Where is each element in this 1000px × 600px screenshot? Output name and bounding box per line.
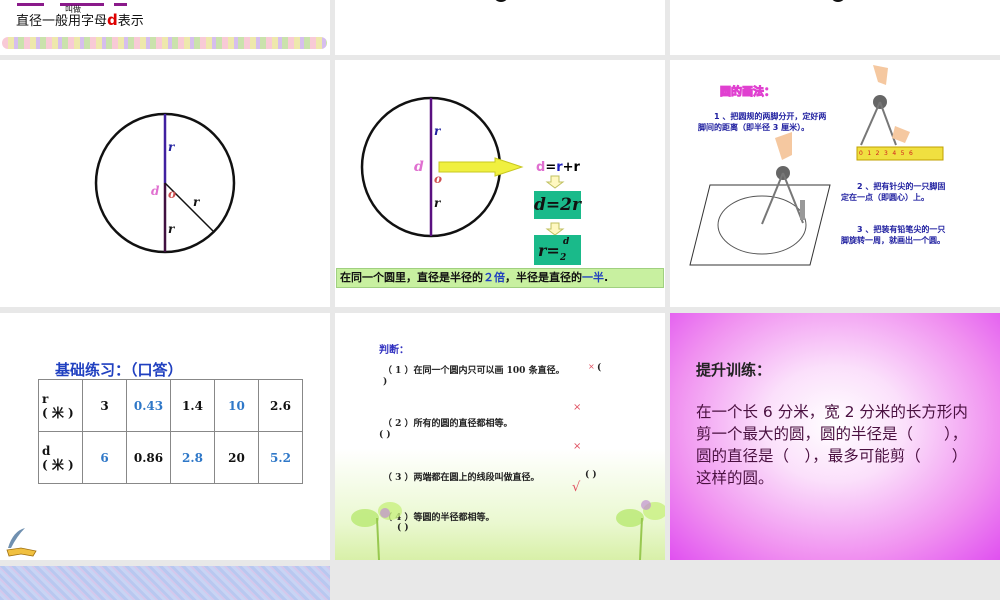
label-d: d	[151, 184, 160, 198]
slide-title: 判断：	[379, 345, 409, 356]
slide-thumbnail-4[interactable]: r d o r r	[0, 60, 330, 307]
table-row: r( 米 ) 3 0.43 1.4 10 2.6	[38, 379, 303, 432]
tick: 5	[900, 150, 905, 157]
text-highlight: 一半	[582, 271, 604, 284]
table-cell: 10	[214, 379, 259, 432]
label-r: r	[434, 196, 441, 210]
quill-book-icon	[6, 528, 37, 557]
slide-thumbnail-3[interactable]	[670, 0, 1000, 55]
eq-r: r=	[538, 241, 560, 260]
sprout-decoration	[351, 500, 665, 560]
letter-d: d	[107, 11, 118, 29]
arrow-right-icon	[438, 157, 524, 177]
text: 表示	[117, 14, 144, 29]
tick: 4	[892, 150, 897, 157]
text: ，半径是直径的	[505, 271, 582, 284]
tick: 2	[875, 150, 880, 157]
label-o: o	[434, 172, 443, 186]
slide-thumbnail-9[interactable]: 提升训练： 在一个长 6 分米，宽 2 分米的长方形内剪一个最大的圆，圆的半径是…	[670, 313, 1000, 560]
cross-mark: ×	[588, 362, 595, 371]
underline	[114, 3, 127, 6]
hand	[775, 132, 792, 160]
compass-illustration	[689, 65, 944, 266]
overlay-text: 叫做	[65, 5, 81, 14]
practice-table: r( 米 ) 3 0.43 1.4 10 2.6 d( 米 ) 6 0.86 2…	[38, 379, 303, 484]
text-highlight: ２倍	[483, 271, 505, 284]
hand	[873, 65, 888, 85]
label-r: r	[168, 222, 175, 236]
tick: 6	[908, 150, 913, 157]
tick: 1	[867, 150, 872, 157]
paper	[689, 184, 831, 266]
table-cell: 2.8	[170, 431, 215, 484]
table-cell: 20	[214, 431, 259, 484]
question-1: （ 1 ）在同一个圆内只可以画 100 条直径。	[383, 366, 565, 376]
equation-d-equals-2r: d=2r	[534, 191, 581, 219]
table-row: d( 米 ) 6 0.86 2.8 20 5.2	[38, 431, 303, 484]
eq-tail: +r	[562, 160, 580, 175]
underline	[17, 3, 44, 6]
eq-den: 2	[560, 253, 567, 263]
summary-banner: 在同一个圆里，直径是半径的２倍，半径是直径的一半.	[336, 268, 664, 288]
eq-num: d	[563, 237, 570, 247]
label-r: r	[168, 140, 175, 154]
slide-title: 基础练习：（口答）	[55, 361, 183, 379]
eq-d: d	[536, 160, 546, 175]
tick: 3	[883, 150, 888, 157]
text: 直径一般用字母	[16, 14, 108, 29]
slide-title: 提升训练：	[696, 361, 772, 379]
row-header: d( 米 )	[38, 431, 83, 484]
paren: )	[383, 377, 388, 387]
slide-thumbnail-6[interactable]: 圆的画法： 1 、把圆规的两脚分开，定好两脚间的距离（即半径 3 厘米）。 2 …	[670, 60, 1000, 307]
text: .	[604, 271, 609, 284]
circle-diagram	[94, 112, 236, 254]
table-cell: 3	[82, 379, 127, 432]
circle-arc	[830, 0, 846, 2]
answer-blank[interactable]: ( )	[379, 430, 391, 440]
tick: 0	[859, 150, 863, 157]
slide-thumbnail-2[interactable]	[335, 0, 665, 55]
label-r: r	[193, 195, 200, 209]
table-cell: 0.43	[126, 379, 171, 432]
slide-thumbnail-7[interactable]: 基础练习：（口答） r( 米 ) 3 0.43 1.4 10 2.6 d( 米 …	[0, 313, 330, 560]
table-cell: 6	[82, 431, 127, 484]
paren: (	[597, 363, 602, 373]
slide-thumbnail-10[interactable]	[0, 566, 330, 600]
circle-arc	[493, 0, 509, 2]
label-r: r	[434, 124, 441, 138]
text: 在同一个圆里，直径是半径的	[340, 271, 483, 284]
slide-thumbnail-8[interactable]: 判断： （ 1 ）在同一个圆内只可以画 100 条直径。 ( ) × × （ 2…	[335, 313, 665, 560]
row-header: r( 米 )	[38, 379, 83, 432]
flower-border	[2, 37, 327, 49]
table-cell: 2.6	[258, 379, 303, 432]
label-d: d	[414, 159, 424, 175]
problem-text: 在一个长 6 分米，宽 2 分米的长方形内剪一个最大的圆，圆的半径是（ ），圆的…	[696, 403, 968, 487]
table-cell: 5.2	[258, 431, 303, 484]
question-2: （ 2 ）所有的圆的直径都相等。	[383, 419, 513, 429]
eq-eq: =	[545, 160, 557, 175]
table-cell: 1.4	[170, 379, 215, 432]
cross-mark: ×	[573, 402, 582, 413]
label-o: o	[168, 187, 177, 201]
table-cell: 0.86	[126, 431, 171, 484]
slide-thumbnail-1[interactable]: 直径一般用字母d表示 叫做	[0, 0, 330, 55]
cross-mark: ×	[573, 441, 582, 452]
ruler-labels: 0123456	[859, 150, 913, 157]
equation-r-equals-d-over-2: r= d 2	[534, 235, 581, 265]
slide-thumbnail-5[interactable]: r d o r d=r+r d=2r r= d 2 在同一个圆里，直径是半径的２…	[335, 60, 665, 307]
equation-d-equals-r-plus-r: d=r+r	[536, 160, 580, 175]
